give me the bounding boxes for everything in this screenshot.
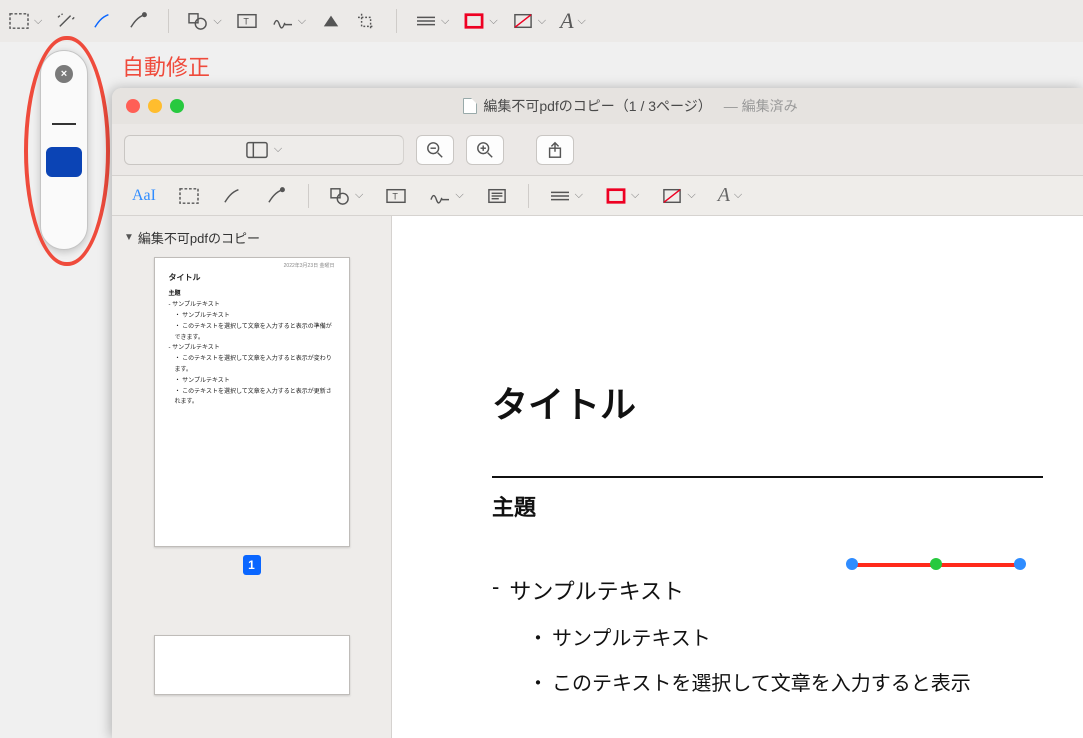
thumb-title: タイトル	[169, 271, 335, 285]
thumb-line: - サンプルテキスト	[169, 300, 335, 311]
outline-title: 編集不可pdfのコピー	[138, 228, 260, 247]
sign-tool[interactable]: ⌵	[423, 183, 469, 209]
selection-tool[interactable]: ⌵	[8, 12, 42, 30]
svg-text:T: T	[243, 17, 249, 27]
traffic-light-close[interactable]	[126, 99, 140, 113]
text-style-tool[interactable]: AaI	[126, 183, 162, 209]
sign-tool[interactable]: ⌵	[272, 12, 306, 30]
thumbnail-sidebar: ▼編集不可pdfのコピー 2022年3月23日 金曜日 タイトル 主題 - サン…	[112, 216, 392, 738]
doc-list-item: サンプルテキスト	[528, 622, 1043, 651]
preview-window: 編集不可pdfのコピー（1 / 3ページ） — 編集済み ⌵ AaI ⌵ T ⌵…	[112, 88, 1083, 738]
traffic-light-zoom[interactable]	[170, 99, 184, 113]
doc-list-item: このテキストを選択して文章を入力すると表示	[528, 667, 1043, 696]
thumb-line: ・ サンプルテキスト	[175, 376, 335, 387]
font-tool[interactable]: A⌵	[560, 8, 586, 34]
content-area: ▼編集不可pdfのコピー 2022年3月23日 金曜日 タイトル 主題 - サン…	[112, 216, 1083, 738]
traffic-light-minimize[interactable]	[148, 99, 162, 113]
page-canvas[interactable]: タイトル 主題 -サンプルテキスト サンプルテキスト このテキストを選択して文章…	[392, 216, 1083, 738]
thumb-line: - サンプルテキスト	[169, 343, 335, 354]
reshape-tool[interactable]	[260, 183, 294, 209]
magic-tool[interactable]	[56, 12, 78, 30]
edited-suffix: — 編集済み	[724, 96, 798, 116]
window-title-text: 編集不可pdfのコピー（1 / 3ページ）	[483, 96, 711, 116]
separator	[308, 184, 309, 208]
stroke-preview[interactable]	[52, 123, 76, 125]
markup-toolbar: AaI ⌵ T ⌵ ⌵ ⌵ ⌵ A⌵	[112, 176, 1083, 216]
thumb-line: ・ このテキストを選択して文章を入力すると表示が変わります。	[175, 354, 335, 376]
crop-tool[interactable]	[356, 12, 378, 30]
fill-color-tool[interactable]: ⌵	[512, 12, 546, 30]
fill-color-tool[interactable]: ⌵	[655, 183, 701, 209]
line-style-tool[interactable]: ⌵	[415, 12, 449, 30]
thumb-line: ・ このテキストを選択して文章を入力すると表示の準備ができます。	[175, 322, 335, 344]
selection-tool[interactable]	[172, 183, 206, 209]
zoom-in-button[interactable]	[466, 135, 504, 165]
share-button[interactable]	[536, 135, 574, 165]
textbox-tool[interactable]: T	[236, 12, 258, 30]
close-icon[interactable]: ×	[55, 65, 73, 83]
shape-tool[interactable]: ⌵	[187, 12, 221, 30]
outline-header[interactable]: ▼編集不可pdfのコピー	[124, 224, 379, 251]
doc-heading: -サンプルテキスト	[492, 574, 1043, 606]
sidebar-toggle-button[interactable]: ⌵	[124, 135, 404, 165]
svg-text:T: T	[393, 191, 399, 201]
mask-tool[interactable]	[320, 12, 342, 30]
separator	[168, 9, 169, 33]
color-swatch[interactable]	[46, 147, 82, 177]
shape-tool[interactable]: ⌵	[323, 183, 369, 209]
doc-title: タイトル	[492, 376, 1043, 428]
sketch-palette: ×	[40, 50, 88, 250]
pen-tool[interactable]	[92, 12, 114, 30]
separator	[396, 9, 397, 33]
font-tool[interactable]: A⌵	[712, 180, 749, 211]
reshape-tool[interactable]	[128, 12, 150, 30]
titlebar: 編集不可pdfのコピー（1 / 3ページ） — 編集済み	[112, 88, 1083, 124]
window-toolbar: ⌵	[112, 124, 1083, 176]
separator	[528, 184, 529, 208]
annotation-auto-correct: 自動修正	[122, 50, 210, 82]
border-color-tool[interactable]: ⌵	[599, 183, 645, 209]
thumb-line: ・ サンプルテキスト	[175, 311, 335, 322]
textbox-tool[interactable]: T	[379, 183, 413, 209]
pen-tool[interactable]	[216, 183, 250, 209]
doc-subtitle: 主題	[492, 476, 1043, 522]
back-markup-toolbar: ⌵ ⌵ T ⌵ ⌵ ⌵ ⌵ A⌵	[0, 0, 1083, 42]
line-style-tool[interactable]: ⌵	[543, 183, 589, 209]
thumb-heading: 主題	[169, 289, 335, 300]
border-color-tool[interactable]: ⌵	[463, 12, 497, 30]
page-thumbnail-1[interactable]: 2022年3月23日 金曜日 タイトル 主題 - サンプルテキスト ・ サンプル…	[154, 257, 350, 547]
page-thumbnail-2[interactable]	[154, 635, 350, 695]
page-number-badge[interactable]: 1	[243, 555, 261, 575]
document-icon	[463, 98, 477, 114]
thumb-date: 2022年3月23日 金曜日	[169, 262, 335, 271]
window-title: 編集不可pdfのコピー（1 / 3ページ） — 編集済み	[192, 96, 1069, 116]
thumb-line: ・ このテキストを選択して文章を入力すると表示が更新されます。	[175, 387, 335, 409]
note-tool[interactable]	[480, 183, 514, 209]
zoom-out-button[interactable]	[416, 135, 454, 165]
